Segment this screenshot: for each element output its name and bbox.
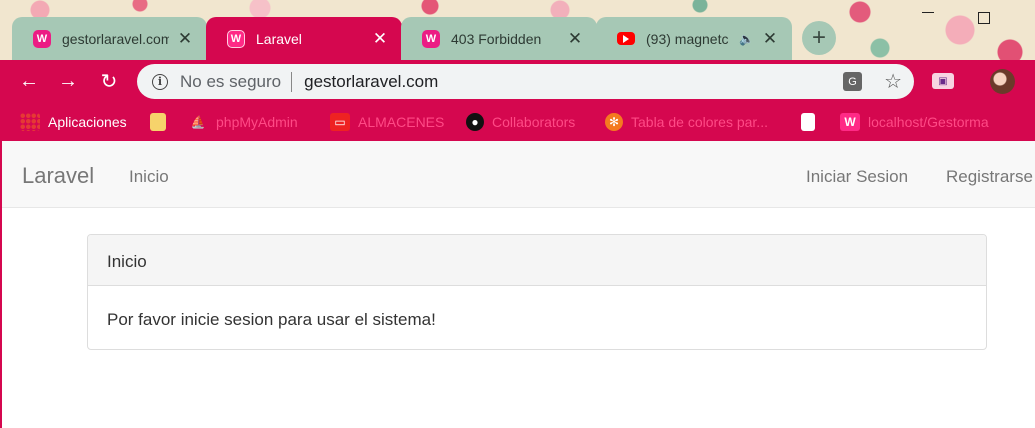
- close-icon[interactable]: ✕: [175, 29, 195, 49]
- palette-icon: ✻: [605, 113, 623, 131]
- bookmark-almacenes[interactable]: ▭ ALMACENES: [330, 113, 444, 131]
- back-button[interactable]: ←: [14, 66, 44, 96]
- url-input[interactable]: gestorlaravel.com: [304, 72, 843, 92]
- minimize-icon[interactable]: [922, 12, 934, 13]
- wampserver-icon: W: [33, 29, 51, 48]
- close-icon[interactable]: ✕: [760, 29, 780, 49]
- content-panel: Inicio Por favor inicie sesion para usar…: [87, 234, 987, 350]
- panel-message: Por favor inicie sesion para usar el sis…: [107, 310, 436, 329]
- browser-toolbar: ← → ↻ i No es seguro gestorlaravel.com G…: [0, 60, 1035, 103]
- bookmark-label: Tabla de colores par...: [631, 114, 768, 130]
- register-link[interactable]: Registrarse: [946, 167, 1033, 187]
- new-tab-button[interactable]: +: [802, 21, 836, 55]
- tab-title: Laravel: [256, 30, 302, 47]
- oracle-icon: ▭: [330, 113, 350, 131]
- app-navbar: Laravel Inicio Iniciar Sesion Registrars…: [2, 141, 1035, 208]
- bookmark-label: Aplicaciones: [48, 114, 127, 130]
- wampserver-icon: W: [840, 113, 860, 131]
- folder-icon: [150, 113, 166, 131]
- bookmarks-bar: Aplicaciones ⛵ phpMyAdmin ▭ ALMACENES ● …: [0, 103, 1035, 141]
- tab-laravel[interactable]: W Laravel ✕: [206, 17, 402, 60]
- tab-strip: W gestorlaravel.com ✕ W Laravel ✕ W 403 …: [0, 0, 1035, 60]
- tab-title: gestorlaravel.com: [62, 30, 169, 47]
- address-bar[interactable]: i No es seguro gestorlaravel.com G ☆: [137, 64, 914, 99]
- divider: [291, 71, 293, 92]
- star-icon[interactable]: ☆: [884, 69, 902, 94]
- bookmark-document[interactable]: [801, 113, 823, 131]
- youtube-icon: [617, 32, 635, 45]
- bookmark-folder[interactable]: [150, 113, 174, 131]
- tab-title: (93) magnetc: [646, 30, 729, 47]
- profile-avatar[interactable]: [990, 69, 1015, 94]
- bookmark-phpmyadmin[interactable]: ⛵ phpMyAdmin: [188, 113, 298, 131]
- phpmyadmin-icon: ⛵: [190, 115, 206, 129]
- reload-button[interactable]: ↻: [94, 66, 124, 96]
- close-icon[interactable]: ✕: [565, 29, 585, 49]
- translate-icon[interactable]: G: [843, 72, 863, 91]
- tab-gestorlaravel[interactable]: W gestorlaravel.com ✕: [12, 17, 207, 60]
- github-icon: ●: [466, 113, 484, 131]
- tab-youtube[interactable]: (93) magnetc 🔈 ✕: [596, 17, 792, 60]
- bookmark-collaborators[interactable]: ● Collaborators: [466, 113, 575, 131]
- maximize-icon[interactable]: [978, 12, 990, 24]
- brand-link[interactable]: Laravel: [22, 163, 94, 189]
- page-viewport: Laravel Inicio Iniciar Sesion Registrars…: [0, 141, 1035, 428]
- speaker-icon[interactable]: 🔈: [739, 32, 754, 46]
- document-icon: [801, 113, 815, 131]
- tab-403-forbidden[interactable]: W 403 Forbidden ✕: [401, 17, 597, 60]
- bookmark-apps[interactable]: Aplicaciones: [20, 113, 127, 131]
- forward-button[interactable]: →: [53, 66, 83, 96]
- extension-icon[interactable]: ▣: [932, 73, 954, 89]
- tab-title: 403 Forbidden: [451, 30, 542, 47]
- nav-link-inicio[interactable]: Inicio: [129, 167, 169, 187]
- close-icon[interactable]: ✕: [370, 29, 390, 49]
- bookmark-label: Collaborators: [492, 114, 576, 130]
- bookmark-label: localhost/Gestorma: [868, 114, 989, 130]
- bookmark-label: ALMACENES: [358, 114, 445, 130]
- security-indicator[interactable]: No es seguro: [180, 72, 281, 92]
- login-link[interactable]: Iniciar Sesion: [806, 167, 908, 187]
- apps-grid-icon: [20, 113, 40, 131]
- wampserver-icon: W: [422, 29, 440, 48]
- panel-heading: Inicio: [88, 235, 986, 286]
- info-icon[interactable]: i: [152, 73, 168, 90]
- bookmark-label: phpMyAdmin: [216, 114, 298, 130]
- bookmark-localhost[interactable]: W localhost/Gestorma: [840, 113, 989, 131]
- wampserver-icon: W: [227, 29, 245, 48]
- bookmark-colores[interactable]: ✻ Tabla de colores par...: [605, 113, 768, 131]
